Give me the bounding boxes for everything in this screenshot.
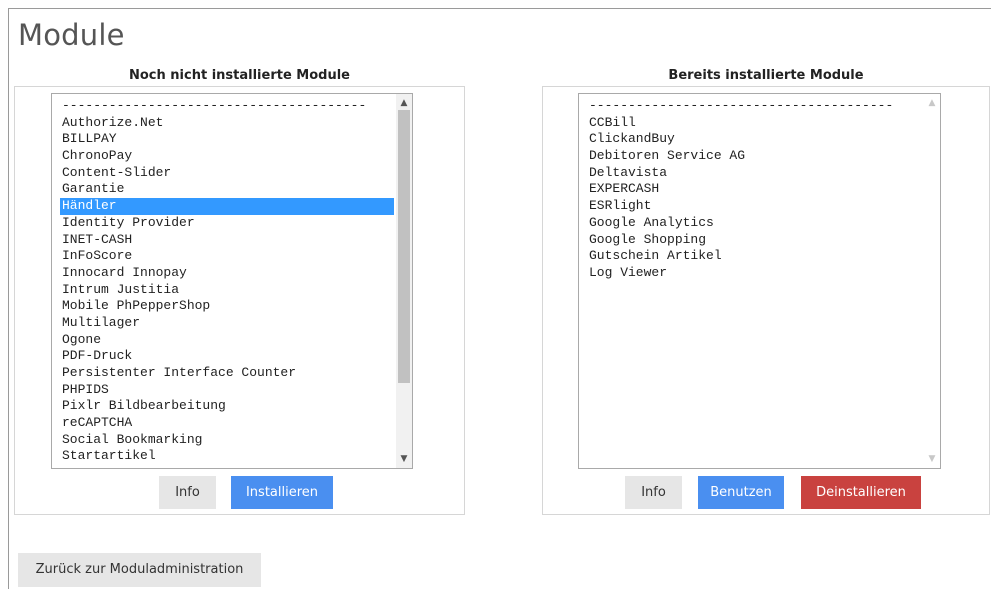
list-option[interactable]: --------------------------------------- (587, 98, 922, 115)
not-installed-scrollbar[interactable]: ▲ ▼ (396, 94, 412, 468)
list-option[interactable]: CCBill (587, 115, 922, 132)
list-option[interactable]: Gutschein Artikel (587, 248, 922, 265)
scroll-thumb[interactable] (398, 110, 410, 383)
list-option[interactable]: reCAPTCHA (60, 415, 394, 432)
list-option[interactable]: Deltavista (587, 165, 922, 182)
list-option[interactable]: InFoScore (60, 248, 394, 265)
list-option[interactable]: Authorize.Net (60, 115, 394, 132)
list-option[interactable]: Intrum Justitia (60, 282, 394, 299)
installed-panel: --------------------------------------- C… (542, 86, 990, 515)
list-option[interactable]: EXPERCASH (587, 181, 922, 198)
installed-options: --------------------------------------- C… (587, 98, 922, 282)
list-option[interactable]: Persistenter Interface Counter (60, 365, 394, 382)
list-option[interactable]: ChronoPay (60, 148, 394, 165)
list-option[interactable]: PDF-Druck (60, 348, 394, 365)
not-installed-options: --------------------------------------- A… (60, 98, 394, 465)
not-installed-listbox[interactable]: --------------------------------------- A… (51, 93, 413, 469)
list-option[interactable]: ESRlight (587, 198, 922, 215)
back-to-module-admin-button[interactable]: Zurück zur Moduladministration (18, 553, 261, 587)
list-option[interactable]: INET-CASH (60, 232, 394, 249)
not-installed-panel: --------------------------------------- A… (14, 86, 465, 515)
list-option[interactable]: BILLPAY (60, 131, 394, 148)
scroll-down-icon[interactable]: ▼ (396, 452, 412, 466)
list-option[interactable]: Debitoren Service AG (587, 148, 922, 165)
info-button[interactable]: Info (159, 476, 216, 509)
page-title: Module (18, 18, 125, 52)
list-option[interactable]: PHPIDS (60, 382, 394, 399)
installed-heading: Bereits installierte Module (668, 68, 864, 83)
list-option[interactable]: Ogone (60, 332, 394, 349)
use-button[interactable]: Benutzen (698, 476, 784, 509)
list-option[interactable]: Identity Provider (60, 215, 394, 232)
uninstall-button[interactable]: Deinstallieren (801, 476, 921, 509)
list-option[interactable]: Startartikel (60, 448, 394, 465)
list-option[interactable]: Innocard Innopay (60, 265, 394, 282)
list-option[interactable]: Google Analytics (587, 215, 922, 232)
list-option[interactable]: Garantie (60, 181, 394, 198)
scroll-down-icon[interactable]: ▼ (924, 452, 940, 466)
not-installed-heading: Noch nicht installierte Module (129, 68, 350, 83)
scroll-up-icon[interactable]: ▲ (396, 96, 412, 110)
list-option[interactable]: Pixlr Bildbearbeitung (60, 398, 394, 415)
installed-listbox[interactable]: --------------------------------------- C… (578, 93, 941, 469)
list-option[interactable]: Google Shopping (587, 232, 922, 249)
list-option[interactable]: Mobile PhPepperShop (60, 298, 394, 315)
scroll-up-icon[interactable]: ▲ (924, 96, 940, 110)
list-option[interactable]: Social Bookmarking (60, 432, 394, 449)
list-option[interactable]: Multilager (60, 315, 394, 332)
list-option[interactable]: Händler (60, 198, 394, 215)
list-option[interactable]: Content-Slider (60, 165, 394, 182)
info-button[interactable]: Info (625, 476, 682, 509)
list-option[interactable]: Log Viewer (587, 265, 922, 282)
list-option[interactable]: ClickandBuy (587, 131, 922, 148)
installed-scrollbar[interactable]: ▲ ▼ (924, 94, 940, 468)
list-option[interactable]: --------------------------------------- (60, 98, 394, 115)
install-button[interactable]: Installieren (231, 476, 333, 509)
